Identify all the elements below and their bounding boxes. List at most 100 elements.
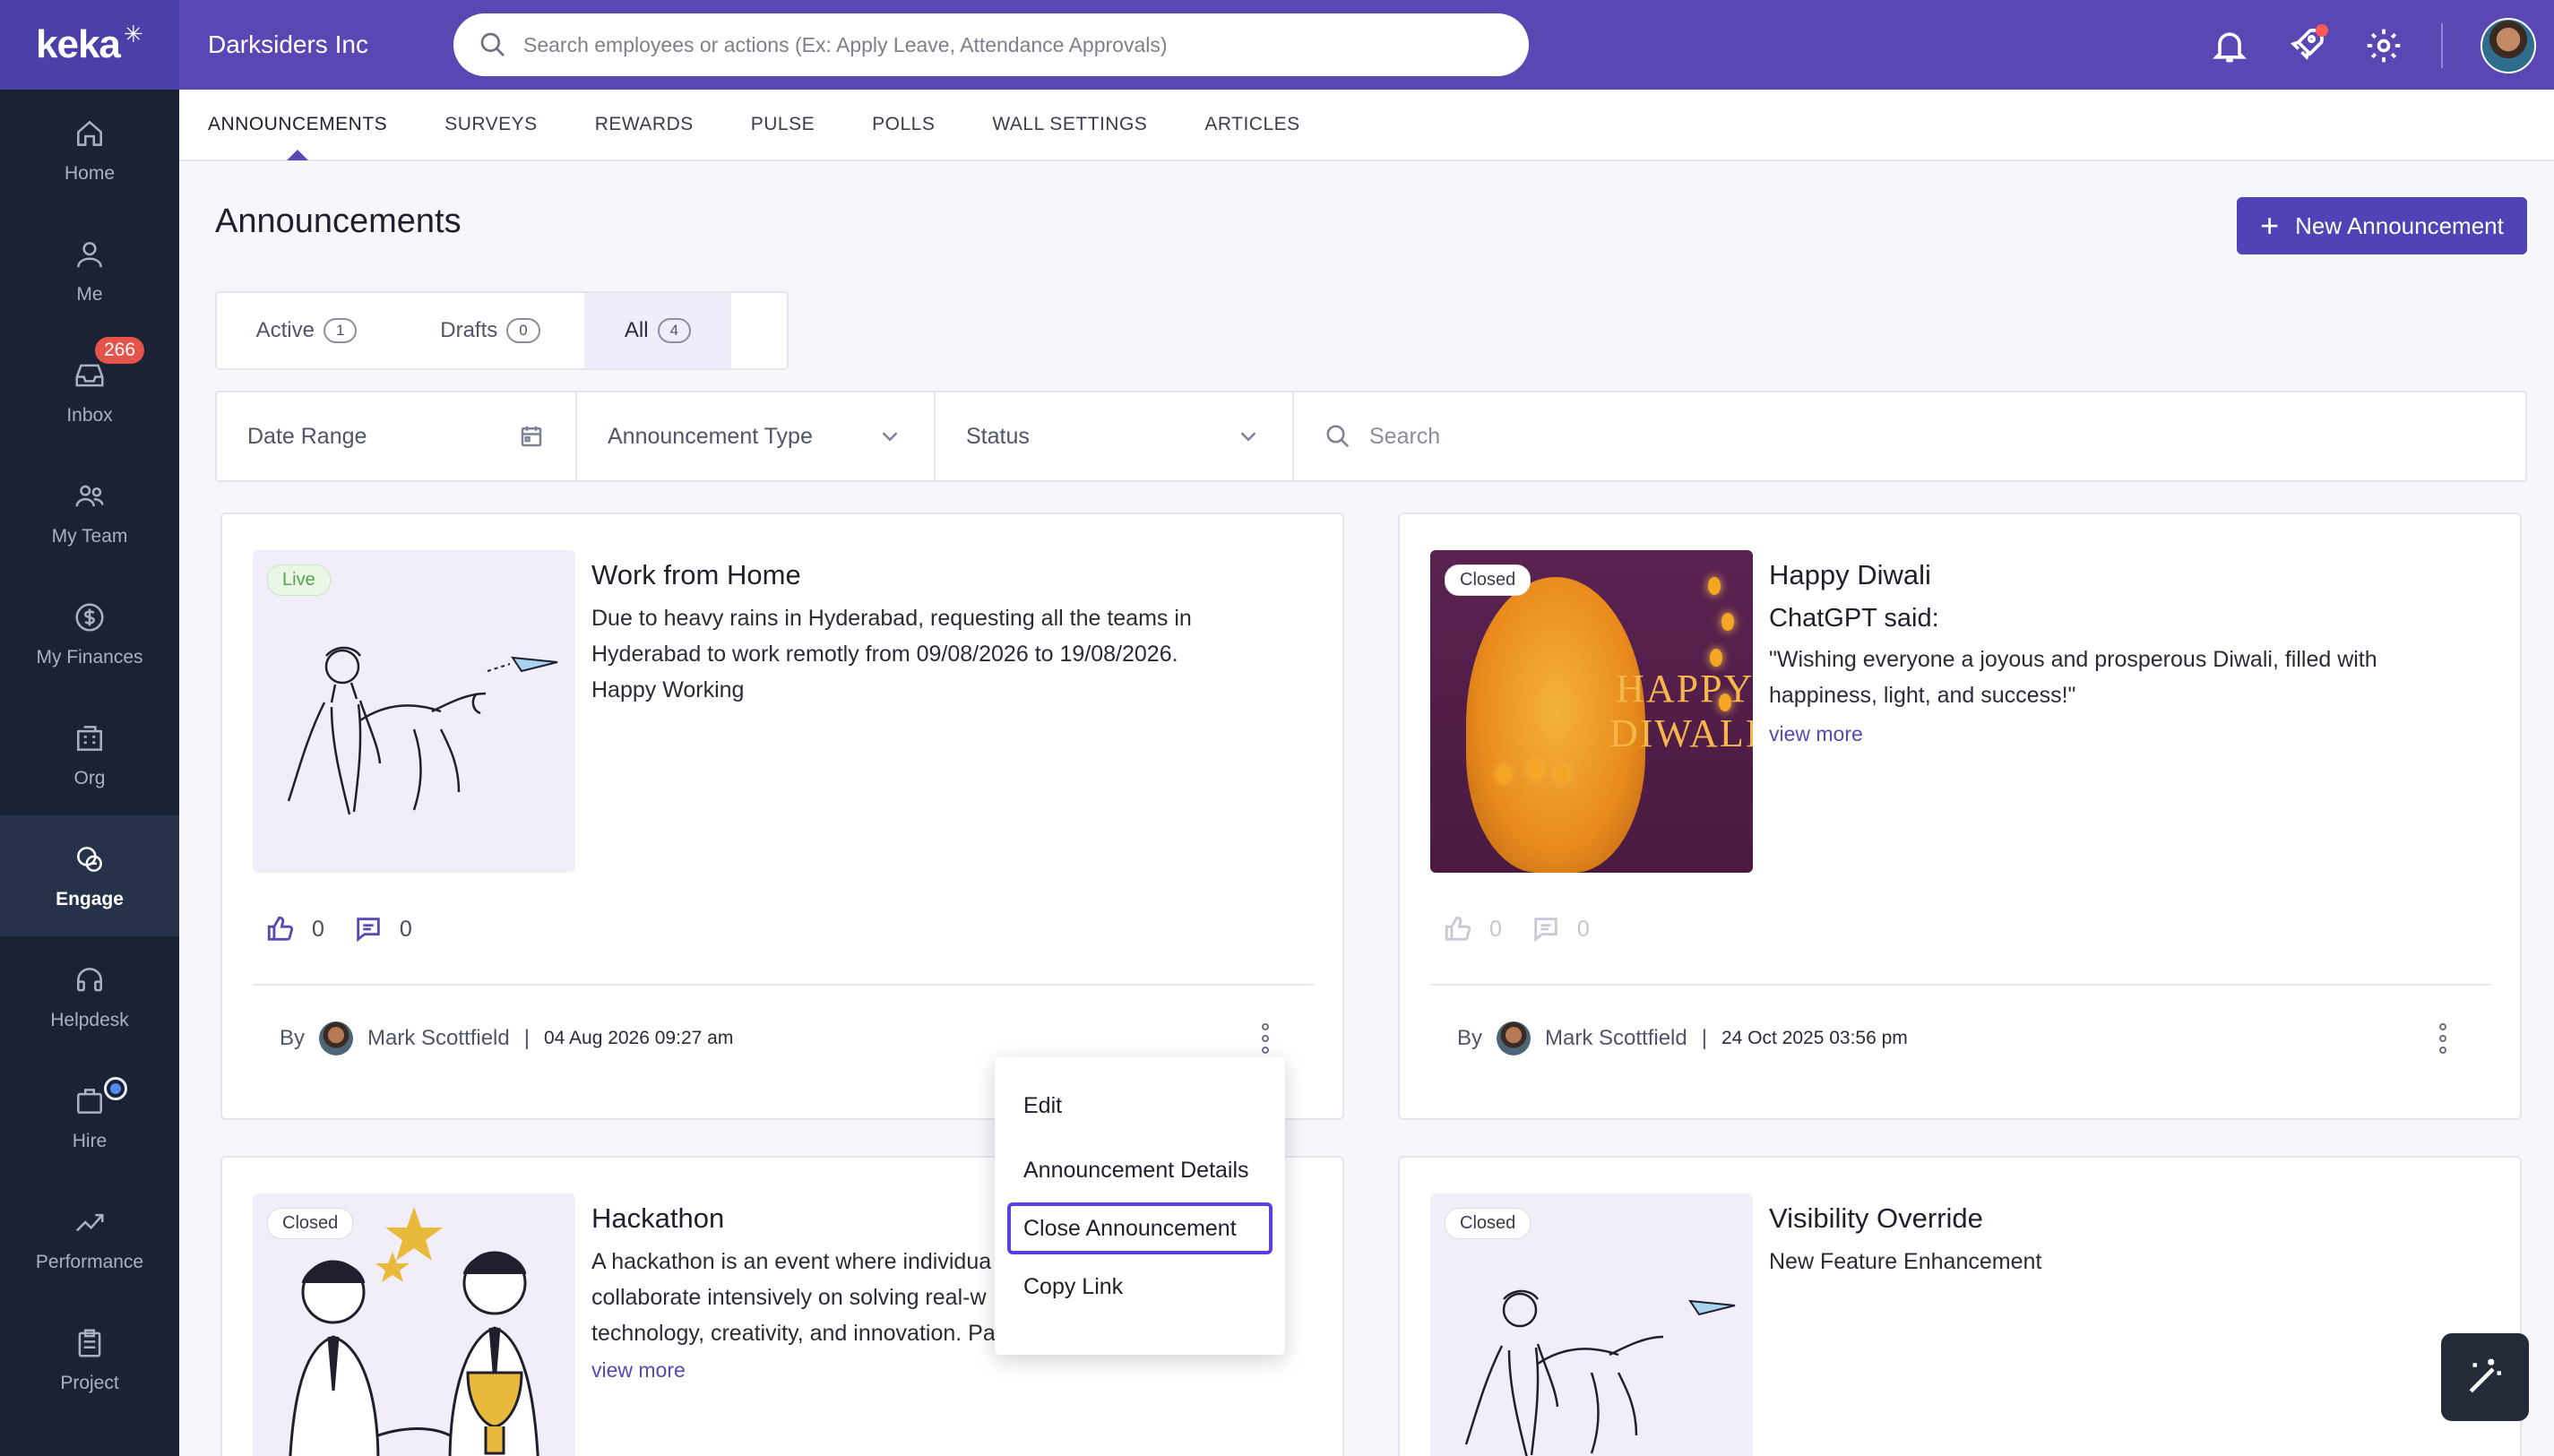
- engage-subnav: ANNOUNCEMENTS SURVEYS REWARDS PULSE POLL…: [179, 90, 2554, 161]
- sidebar-item-engage[interactable]: Engage: [0, 815, 179, 936]
- author-line: By Mark Scottfield | 24 Oct 2025 03:56 p…: [1457, 1021, 1908, 1055]
- author-avatar: [319, 1021, 354, 1055]
- gear-icon[interactable]: [2364, 26, 2403, 65]
- tab-polls[interactable]: POLLS: [872, 89, 935, 160]
- status-badge: Closed: [1445, 1208, 1532, 1239]
- body-line: Hyderabad to work remotly from 09/08/202…: [591, 642, 1178, 667]
- logo-text: keka: [36, 22, 121, 66]
- sidebar-item-home[interactable]: Home: [0, 90, 179, 211]
- lamp-shape: [1708, 577, 1721, 595]
- sidebar-item-helpdesk[interactable]: Helpdesk: [0, 936, 179, 1057]
- bell-icon[interactable]: [2210, 26, 2249, 65]
- announcement-title: Work from Home: [591, 559, 801, 590]
- body-line: New Feature Enhancement: [1769, 1249, 2042, 1274]
- like-count: 0: [1489, 916, 1502, 942]
- view-more-link[interactable]: view more: [591, 1358, 686, 1383]
- briefcase-icon: [77, 1088, 102, 1114]
- new-announcement-label: New Announcement: [2295, 211, 2504, 239]
- announcement-illustration: Closed: [1430, 1193, 1753, 1456]
- body-line: Happy Working: [591, 677, 745, 702]
- logo-mark-icon: ✳: [123, 20, 143, 47]
- sidebar-item-me[interactable]: Me: [0, 211, 179, 332]
- announcement-type-filter[interactable]: Announcement Type: [577, 392, 936, 480]
- rocket-button[interactable]: [2287, 23, 2328, 68]
- view-more-link[interactable]: view more: [1769, 722, 1863, 746]
- global-search-input[interactable]: Search employees or actions (Ex: Apply L…: [453, 13, 1529, 76]
- announcement-search-input[interactable]: Search: [1294, 392, 2525, 480]
- announcement-card[interactable]: Live Work from Home Due to heavy rains i…: [220, 513, 1344, 1120]
- announcement-subtitle: ChatGPT said:: [1769, 604, 1939, 633]
- menu-item-copy-link[interactable]: Copy Link: [995, 1254, 1285, 1319]
- lamp-shape: [1719, 694, 1731, 711]
- body-line: Due to heavy rains in Hyderabad, request…: [591, 606, 1192, 631]
- tab-active[interactable]: Active 1: [217, 293, 396, 368]
- tab-label: All: [624, 318, 649, 342]
- tab-surveys[interactable]: SURVEYS: [444, 89, 538, 160]
- tab-drafts[interactable]: Drafts 0: [396, 293, 584, 368]
- author-name[interactable]: Mark Scottfield: [367, 1026, 510, 1051]
- card-divider: [253, 984, 1314, 986]
- announcement-card[interactable]: Closed HAPPY DIWALI Happy Diwali ChatGPT…: [1398, 513, 2522, 1120]
- sidebar-item-hire[interactable]: Hire: [0, 1057, 179, 1178]
- search-placeholder: Search: [1369, 423, 1441, 449]
- announcement-title: Hackathon: [591, 1202, 725, 1234]
- more-options-icon[interactable]: [2439, 1023, 2448, 1054]
- headset-icon: [77, 967, 102, 991]
- menu-item-close-announcement[interactable]: Close Announcement: [1007, 1202, 1273, 1254]
- thumbs-up-icon[interactable]: [265, 914, 296, 944]
- tab-label: Drafts: [440, 318, 498, 342]
- comment-icon[interactable]: [353, 914, 384, 944]
- top-bar: Darksiders Inc Search employees or actio…: [179, 0, 2554, 90]
- announcement-type-label: Announcement Type: [608, 423, 813, 449]
- count-pill: 4: [657, 318, 692, 343]
- reactions: 0 0: [265, 914, 412, 944]
- sidebar-item-label: My Team: [51, 525, 128, 547]
- body-line: "Wishing everyone a joyous and prosperou…: [1769, 647, 2377, 672]
- tab-rewards[interactable]: REWARDS: [595, 89, 694, 160]
- announcement-card[interactable]: Closed Visibility Override New Feature E…: [1398, 1156, 2522, 1456]
- search-placeholder: Search employees or actions (Ex: Apply L…: [523, 32, 1168, 56]
- sidebar-item-label: Org: [73, 767, 106, 788]
- date-range-filter[interactable]: Date Range: [217, 392, 577, 480]
- dollar-icon: [75, 602, 104, 632]
- tab-announcements[interactable]: ANNOUNCEMENTS: [208, 89, 387, 160]
- sidebar-item-my-finances[interactable]: My Finances: [0, 573, 179, 694]
- topbar-divider: [2441, 23, 2443, 68]
- sidebar-item-my-team[interactable]: My Team: [0, 452, 179, 573]
- menu-item-announcement-details[interactable]: Announcement Details: [995, 1138, 1285, 1202]
- magic-assistant-button[interactable]: [2441, 1333, 2529, 1421]
- more-options-icon[interactable]: [1262, 1023, 1271, 1054]
- status-filter[interactable]: Status: [936, 392, 1294, 480]
- sidebar: keka ✳ Home Me Inbox My Team My Finances…: [0, 0, 179, 1456]
- tab-articles[interactable]: ARTICLES: [1204, 89, 1299, 160]
- user-avatar[interactable]: [2481, 18, 2536, 73]
- author-avatar: [1497, 1021, 1532, 1055]
- sidebar-item-org[interactable]: Org: [0, 694, 179, 815]
- sidebar-item-inbox[interactable]: Inbox: [0, 332, 179, 452]
- paper-plane-illustration: [287, 646, 558, 815]
- sidebar-item-label: Inbox: [66, 404, 113, 426]
- tab-label: Active: [255, 318, 315, 342]
- tab-pulse[interactable]: PULSE: [751, 89, 815, 160]
- sidebar-item-performance[interactable]: Performance: [0, 1178, 179, 1299]
- announcement-actions-menu: Edit Announcement Details Close Announce…: [995, 1057, 1285, 1355]
- company-name: Darksiders Inc: [208, 30, 368, 58]
- tab-all[interactable]: All 4: [584, 293, 731, 368]
- clipboard-icon: [78, 1328, 101, 1357]
- comment-count: 0: [399, 916, 412, 942]
- post-date: 24 Oct 2025 03:56 pm: [1721, 1028, 1908, 1048]
- page-title: Announcements: [215, 202, 462, 240]
- sidebar-item-project[interactable]: Project: [0, 1299, 179, 1420]
- sidebar-item-label: Engage: [56, 888, 124, 909]
- by-label: By: [280, 1026, 306, 1050]
- author-name[interactable]: Mark Scottfield: [1545, 1026, 1687, 1051]
- tab-wall-settings[interactable]: WALL SETTINGS: [992, 89, 1147, 160]
- keka-logo[interactable]: keka ✳: [0, 0, 179, 90]
- user-icon: [77, 241, 102, 267]
- menu-item-edit[interactable]: Edit: [995, 1073, 1285, 1138]
- hackathon-illustration: Closed: [253, 1193, 575, 1456]
- sidebar-item-label: Helpdesk: [50, 1009, 129, 1030]
- search-icon: [480, 32, 505, 56]
- inbox-icon: [75, 364, 104, 386]
- new-announcement-button[interactable]: + New Announcement: [2237, 197, 2527, 254]
